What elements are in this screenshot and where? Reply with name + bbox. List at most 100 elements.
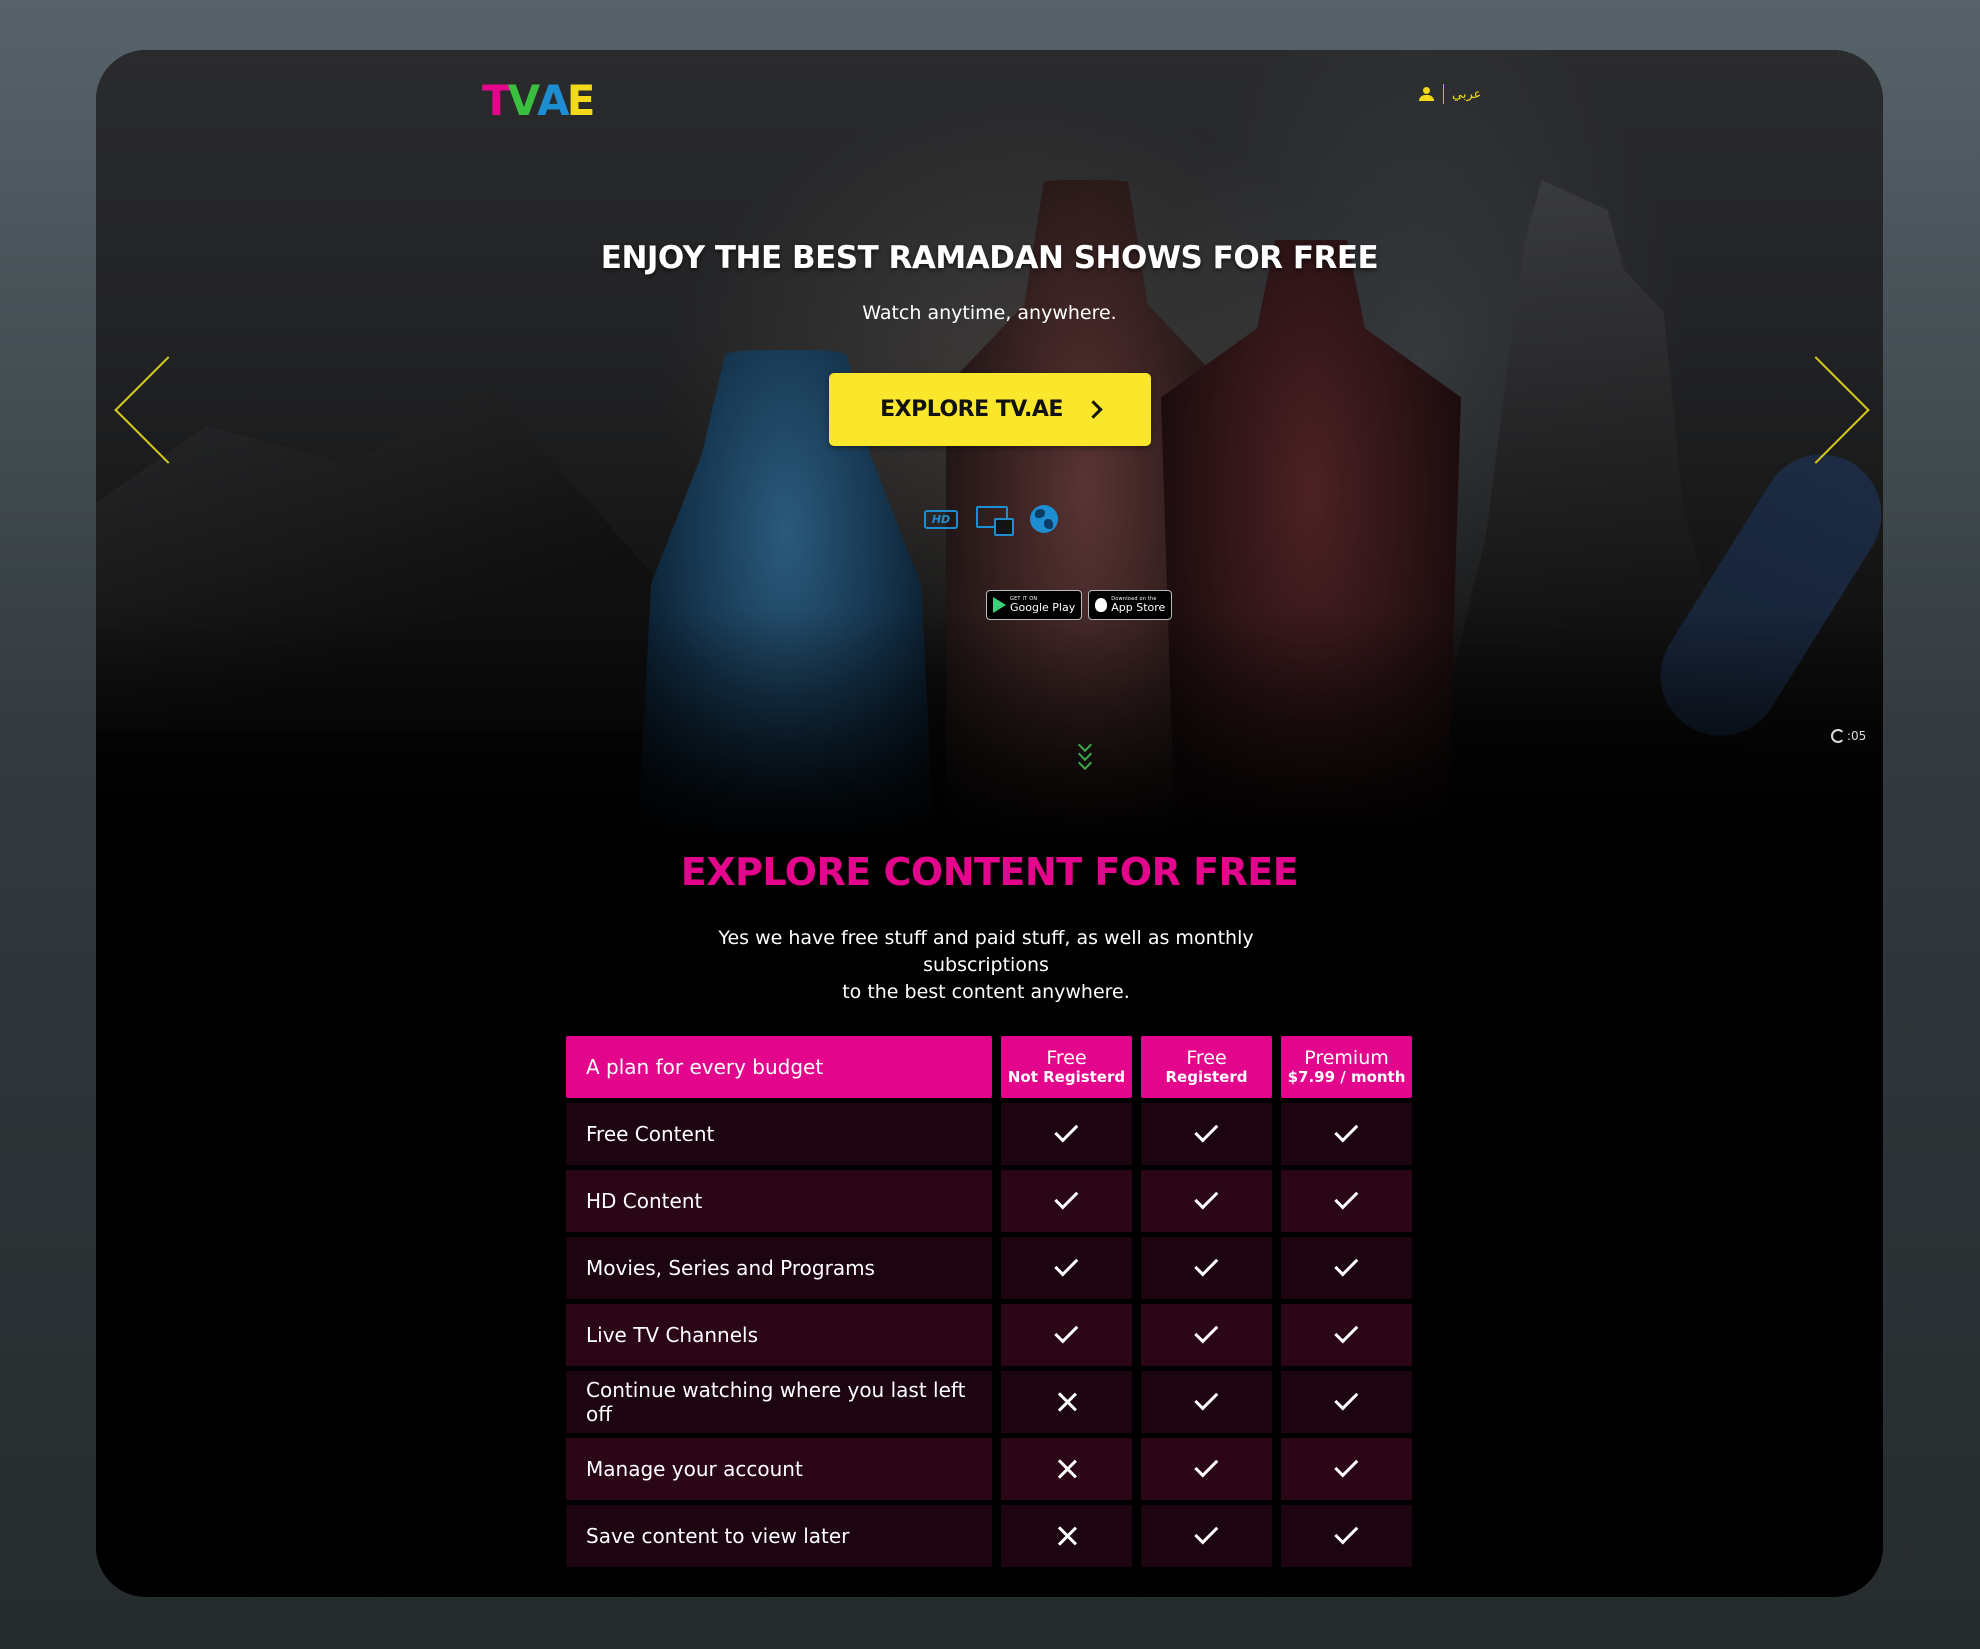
explore-button-label: EXPLORE TV.AE — [880, 397, 1063, 422]
feature-cell — [1281, 1237, 1412, 1299]
feature-icons: HD — [924, 504, 1058, 536]
hero-banner — [96, 50, 1883, 870]
feature-cell — [1001, 1237, 1132, 1299]
divider — [1443, 84, 1444, 104]
multi-screen-icon — [976, 504, 1014, 536]
plan-title: Premium — [1304, 1047, 1389, 1070]
logo-letter-t: T — [482, 76, 511, 125]
feature-label: Live TV Channels — [566, 1304, 992, 1366]
feature-cell — [1281, 1438, 1412, 1500]
user-icon[interactable] — [1418, 86, 1435, 103]
table-row: Save content to view later — [566, 1505, 1413, 1567]
logo-letter-a: A — [537, 76, 569, 125]
feature-cell — [1141, 1237, 1272, 1299]
feature-label: Save content to view later — [566, 1505, 992, 1567]
feature-label: Continue watching where you last left of… — [566, 1371, 992, 1433]
feature-cell — [1141, 1438, 1272, 1500]
check-icon — [1053, 1185, 1078, 1210]
feature-cell — [1281, 1103, 1412, 1165]
feature-label: HD Content — [566, 1170, 992, 1232]
cross-icon — [1057, 1392, 1077, 1412]
plan-column-header: Free Registerd — [1141, 1036, 1272, 1098]
check-icon — [1053, 1252, 1078, 1277]
plan-column-header: Premium $7.99 / month — [1281, 1036, 1412, 1098]
plans-section-title: EXPLORE CONTENT FOR FREE — [680, 850, 1299, 894]
feature-cell — [1001, 1170, 1132, 1232]
table-row: Free Content — [566, 1103, 1413, 1165]
check-icon — [1193, 1319, 1218, 1344]
google-play-button[interactable]: GET IT ON Google Play — [986, 590, 1083, 620]
check-icon — [1193, 1386, 1218, 1411]
plan-title: Free — [1186, 1047, 1227, 1070]
feature-cell — [1281, 1170, 1412, 1232]
app-store-button[interactable]: Download on the App Store — [1088, 590, 1173, 620]
plan-title: Free — [1046, 1047, 1087, 1070]
plan-rows: Free Content HD Content Movies, Series and… — [566, 1103, 1413, 1567]
feature-cell — [1001, 1505, 1132, 1567]
feature-cell — [1001, 1103, 1132, 1165]
logo-letter-v: V — [507, 76, 540, 125]
plan-comparison-table: A plan for every budget Free Not Registe… — [566, 1036, 1413, 1572]
plans-description-line2: to the best content anywhere. — [842, 981, 1130, 1003]
feature-cell — [1141, 1103, 1272, 1165]
feature-cell — [1141, 1371, 1272, 1433]
carousel-next-arrow[interactable] — [1802, 344, 1872, 474]
feature-cell — [1281, 1505, 1412, 1567]
table-header-label: A plan for every budget — [566, 1036, 992, 1098]
explore-button[interactable]: EXPLORE TV.AE — [829, 373, 1151, 446]
hd-icon: HD — [924, 509, 958, 529]
scroll-down-icon[interactable] — [1076, 737, 1094, 776]
feature-cell — [1001, 1304, 1132, 1366]
feature-cell — [1141, 1304, 1272, 1366]
tvae-logo[interactable]: T V A E — [482, 76, 596, 125]
feature-cell — [1141, 1505, 1272, 1567]
table-header-row: A plan for every budget Free Not Registe… — [566, 1036, 1413, 1098]
google-play-icon — [993, 597, 1006, 613]
plans-description: Yes we have free stuff and paid stuff, a… — [656, 925, 1316, 1006]
table-row: Continue watching where you last left of… — [566, 1371, 1413, 1433]
check-icon — [1193, 1252, 1218, 1277]
app-store-big: App Store — [1111, 601, 1166, 614]
hero-title: ENJOY THE BEST RAMADAN SHOWS FOR FREE — [600, 240, 1379, 276]
check-icon — [1333, 1520, 1358, 1545]
table-row: Manage your account — [566, 1438, 1413, 1500]
feature-cell — [1281, 1371, 1412, 1433]
cross-icon — [1057, 1459, 1077, 1479]
feature-cell — [1001, 1371, 1132, 1433]
hero-subtitle: Watch anytime, anywhere. — [862, 302, 1117, 324]
plans-description-line1: Yes we have free stuff and paid stuff, a… — [718, 927, 1254, 976]
topbar-actions: عربي — [1418, 84, 1481, 104]
check-icon — [1193, 1453, 1218, 1478]
table-row: HD Content — [566, 1170, 1413, 1232]
slide-timer: :05 — [1831, 729, 1866, 743]
check-icon — [1053, 1118, 1078, 1143]
table-row: Movies, Series and Programs — [566, 1237, 1413, 1299]
check-icon — [1193, 1520, 1218, 1545]
check-icon — [1333, 1118, 1358, 1143]
chevron-right-icon — [1084, 400, 1103, 419]
timer-label: :05 — [1847, 729, 1867, 743]
check-icon — [1333, 1185, 1358, 1210]
feature-cell — [1001, 1438, 1132, 1500]
plan-subtitle: Registerd — [1165, 1068, 1248, 1087]
cross-icon — [1057, 1526, 1077, 1546]
language-switch[interactable]: عربي — [1452, 87, 1481, 102]
plan-subtitle: Not Registerd — [1007, 1068, 1126, 1087]
check-icon — [1053, 1319, 1078, 1344]
logo-letter-e: E — [566, 76, 596, 125]
browser-frame: T V A E عربي ENJOY THE BEST RAMADAN SHOW… — [96, 50, 1883, 1597]
feature-cell — [1281, 1304, 1412, 1366]
feature-label: Free Content — [566, 1103, 992, 1165]
feature-label: Manage your account — [566, 1438, 992, 1500]
check-icon — [1333, 1453, 1358, 1478]
check-icon — [1333, 1319, 1358, 1344]
check-icon — [1333, 1386, 1358, 1411]
check-icon — [1333, 1252, 1358, 1277]
apple-icon — [1095, 598, 1108, 612]
feature-label: Movies, Series and Programs — [566, 1237, 992, 1299]
carousel-prev-arrow[interactable] — [110, 344, 180, 474]
timer-ring-icon — [1831, 729, 1845, 743]
hero-fade — [96, 610, 1883, 870]
feature-cell — [1141, 1170, 1272, 1232]
google-play-big: Google Play — [1010, 601, 1076, 614]
